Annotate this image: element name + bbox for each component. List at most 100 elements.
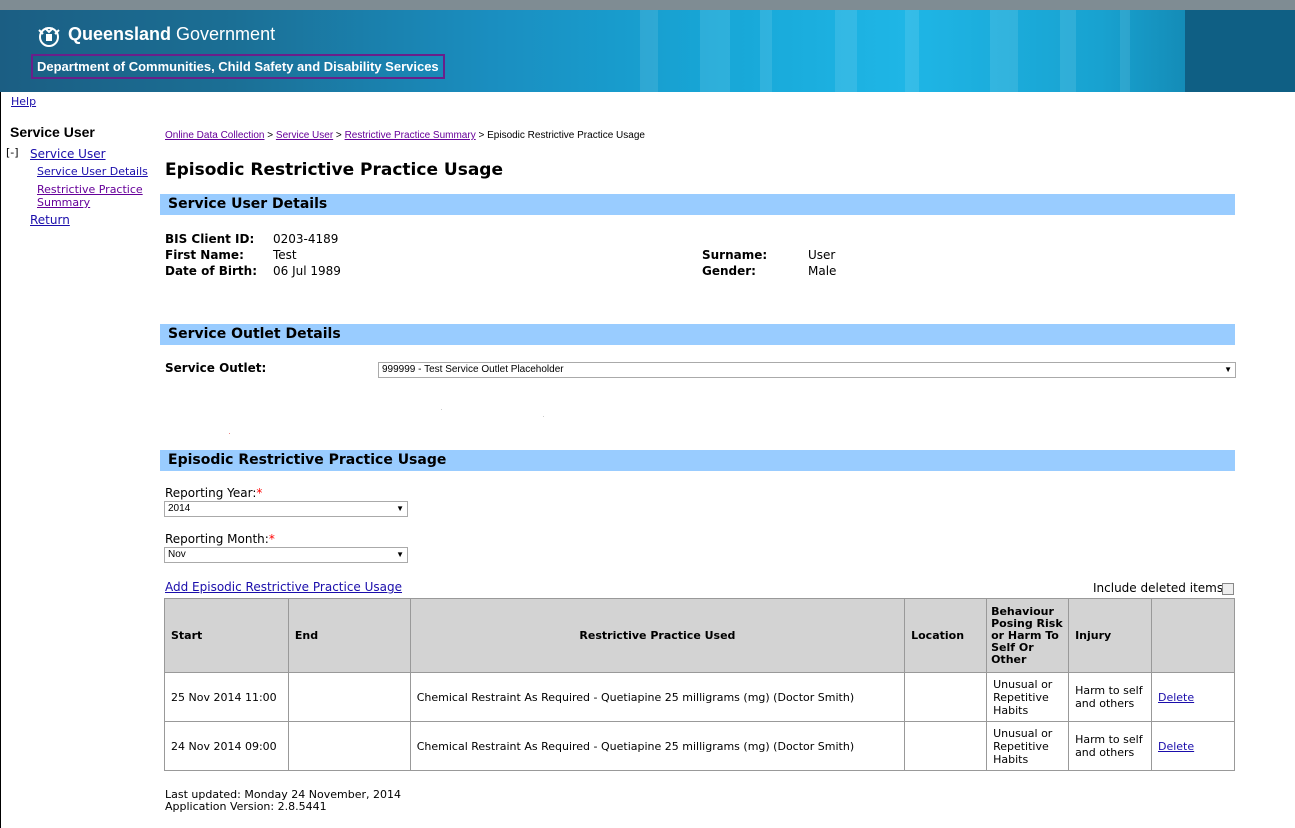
service-outlet-label: Service Outlet: [165, 361, 267, 375]
breadcrumb-separator: > [264, 130, 276, 141]
add-episodic-usage-link[interactable]: Add Episodic Restrictive Practice Usage [165, 580, 402, 594]
first-name-value: Test [273, 248, 297, 262]
sidebar-item-restrictive-practice-summary[interactable]: Restrictive Practice Summary [37, 183, 152, 209]
cell-practice: Chemical Restraint As Required - Quetiap… [409, 672, 906, 722]
column-header-restrictive-practice[interactable]: Restrictive Practice Used [409, 598, 906, 673]
reporting-year-label: Reporting Year:* [165, 486, 262, 500]
sidebar-collapse-toggle[interactable]: [-] [6, 146, 19, 159]
reporting-year-selected: 2014 [168, 503, 191, 514]
section-title: Service User Details [168, 196, 328, 212]
banner-stripe [700, 10, 730, 92]
table-header-row: Start End Restrictive Practice Used Loca… [164, 598, 1235, 673]
delete-link[interactable]: Delete [1158, 740, 1194, 753]
cell-end [287, 672, 411, 722]
breadcrumb: Online Data Collection > Service User > … [165, 130, 645, 141]
surname-value: User [808, 248, 836, 262]
queensland-crest-icon [38, 27, 60, 47]
usage-table: Start End Restrictive Practice Used Loca… [164, 598, 1235, 771]
bis-client-id-label: BIS Client ID: [165, 232, 255, 246]
breadcrumb-service-user[interactable]: Service User [276, 130, 333, 141]
breadcrumb-online-data-collection[interactable]: Online Data Collection [165, 130, 265, 141]
cell-start: 24 Nov 2014 09:00 [164, 721, 289, 771]
cell-action: Delete [1151, 672, 1235, 722]
reporting-month-selected: Nov [168, 549, 186, 560]
include-deleted-checkbox[interactable] [1222, 583, 1234, 595]
column-header-injury[interactable]: Injury [1068, 598, 1152, 673]
required-marker: * [256, 486, 263, 500]
reporting-month-label: Reporting Month:* [165, 532, 275, 546]
breadcrumb-current: Episodic Restrictive Practice Usage [487, 130, 645, 141]
artifact-dot [441, 409, 442, 410]
cell-location [904, 672, 988, 722]
header-banner: Queensland Government Department of Comm… [0, 10, 1295, 92]
chevron-down-icon: ▼ [396, 550, 404, 559]
top-strip [0, 0, 1295, 10]
banner-stripe [760, 10, 772, 92]
reporting-year-select[interactable]: 2014 ▼ [164, 501, 408, 517]
cell-action: Delete [1151, 721, 1235, 771]
department-name: Department of Communities, Child Safety … [31, 54, 445, 79]
banner-stripe [905, 10, 919, 92]
column-header-end[interactable]: End [287, 598, 411, 673]
required-marker: * [268, 532, 275, 546]
delete-link[interactable]: Delete [1158, 691, 1194, 704]
breadcrumb-separator: > [333, 130, 345, 141]
sidebar-item-service-user[interactable]: Service User [30, 147, 106, 161]
reporting-year-label-text: Reporting Year: [165, 486, 257, 500]
cell-injury: Harm to self and others [1068, 672, 1152, 722]
page-footer: Last updated: Monday 24 November, 2014 A… [165, 789, 401, 813]
reporting-month-select[interactable]: Nov ▼ [164, 547, 408, 563]
service-outlet-selected: 999999 - Test Service Outlet Placeholder [382, 364, 564, 375]
sidebar-item-service-user-details[interactable]: Service User Details [37, 165, 148, 178]
banner-stripe [990, 10, 1018, 92]
column-header-location[interactable]: Location [904, 598, 988, 673]
cell-start: 25 Nov 2014 11:00 [164, 672, 289, 722]
cell-practice: Chemical Restraint As Required - Quetiap… [409, 721, 906, 771]
chevron-down-icon: ▼ [1224, 365, 1232, 374]
banner-darkband [1185, 10, 1295, 92]
reporting-month-label-text: Reporting Month: [165, 532, 269, 546]
breadcrumb-separator: > [475, 130, 488, 141]
section-title: Service Outlet Details [168, 326, 341, 342]
section-header-user-details: Service User Details [160, 194, 1235, 215]
column-header-behaviour[interactable]: Behaviour Posing Risk or Harm To Self Or… [986, 598, 1070, 673]
banner-stripe [835, 10, 857, 92]
banner-stripe [1120, 10, 1130, 92]
banner-stripe [640, 10, 658, 92]
banner-stripe [1060, 10, 1076, 92]
bis-client-id-value: 0203-4189 [273, 232, 339, 246]
cell-location [904, 721, 988, 771]
sidebar-item-return[interactable]: Return [30, 213, 70, 227]
section-header-usage: Episodic Restrictive Practice Usage [160, 450, 1235, 471]
breadcrumb-restrictive-practice-summary[interactable]: Restrictive Practice Summary [345, 130, 476, 141]
government-title-bold: Queensland [68, 24, 172, 44]
service-outlet-select[interactable]: 999999 - Test Service Outlet Placeholder… [378, 362, 1236, 378]
column-header-actions [1151, 598, 1235, 673]
date-of-birth-label: Date of Birth: [165, 264, 258, 278]
application-version-text: Application Version: 2.8.5441 [165, 800, 327, 813]
date-of-birth-value: 06 Jul 1989 [273, 264, 341, 278]
sidebar-title: Service User [10, 124, 95, 140]
artifact-dot [543, 416, 544, 417]
page-title: Episodic Restrictive Practice Usage [165, 160, 503, 180]
table-row: 25 Nov 2014 11:00 Chemical Restraint As … [164, 672, 1235, 722]
table-row: 24 Nov 2014 09:00 Chemical Restraint As … [164, 721, 1235, 771]
cell-behaviour: Unusual or Repetitive Habits [986, 721, 1070, 771]
government-title: Queensland Government [68, 24, 275, 45]
window-left-border [0, 0, 1, 828]
cell-behaviour: Unusual or Repetitive Habits [986, 672, 1070, 722]
gender-value: Male [808, 264, 837, 278]
gender-label: Gender: [702, 264, 756, 278]
section-header-outlet-details: Service Outlet Details [160, 324, 1235, 345]
government-title-rest: Government [171, 24, 276, 44]
surname-label: Surname: [702, 248, 768, 262]
section-title: Episodic Restrictive Practice Usage [168, 452, 447, 468]
help-link[interactable]: Help [11, 95, 36, 108]
artifact-dot [229, 433, 230, 434]
chevron-down-icon: ▼ [396, 504, 404, 513]
cell-injury: Harm to self and others [1068, 721, 1152, 771]
column-header-start[interactable]: Start [164, 598, 289, 673]
cell-end [287, 721, 411, 771]
first-name-label: First Name: [165, 248, 244, 262]
include-deleted-label: Include deleted items [1093, 581, 1224, 595]
